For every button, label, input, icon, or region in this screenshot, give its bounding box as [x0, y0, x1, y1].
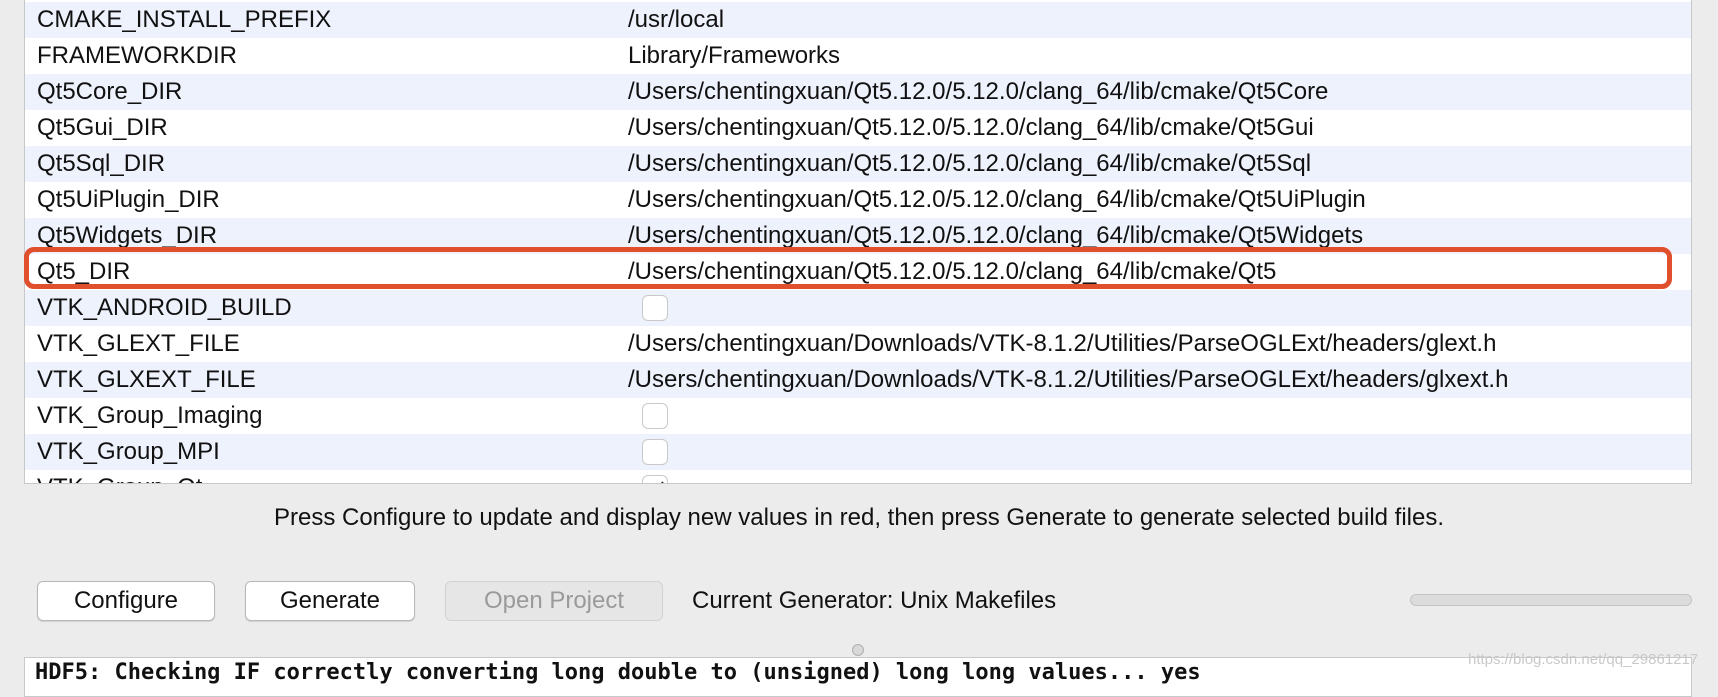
open-project-button: Open Project: [445, 581, 663, 621]
cache-variables-table[interactable]: CMAKE_INSTALL_PREFIX/usr/local FRAMEWORKD…: [24, 0, 1692, 484]
table-row[interactable]: CMAKE_INSTALL_PREFIX/usr/local: [25, 2, 1691, 38]
variable-value-field[interactable]: /Users/chentingxuan/Qt5.12.0/5.12.0/clan…: [628, 146, 1311, 182]
table-row[interactable]: VTK_ANDROID_BUILD: [25, 290, 1691, 326]
configure-hint-text: Press Configure to update and display ne…: [273, 504, 1445, 531]
variable-value-field[interactable]: /Users/chentingxuan/Qt5.12.0/5.12.0/clan…: [628, 74, 1328, 110]
table-row[interactable]: FRAMEWORKDIR Library/Frameworks: [25, 38, 1691, 74]
configure-button[interactable]: Configure: [37, 581, 215, 621]
variable-value-field[interactable]: /Users/chentingxuan/Downloads/VTK-8.1.2/…: [628, 326, 1496, 362]
progress-bar: [1410, 594, 1692, 606]
variable-name: VTK_Group_MPI: [37, 438, 220, 465]
variable-checkbox[interactable]: [642, 439, 668, 465]
variable-name: CMAKE_INSTALL_PREFIX: [37, 6, 332, 33]
table-row[interactable]: Qt5Gui_DIR/Users/chentingxuan/Qt5.12.0/5…: [25, 110, 1691, 146]
splitter-handle[interactable]: [852, 644, 864, 656]
variable-value-field[interactable]: Library/Frameworks: [628, 38, 840, 74]
variable-value-field[interactable]: /Users/chentingxuan/Qt5.12.0/5.12.0/clan…: [628, 254, 1276, 290]
variable-value-field[interactable]: /Users/chentingxuan/Qt5.12.0/5.12.0/clan…: [628, 110, 1314, 146]
table-row[interactable]: VTK_GLXEXT_FILE/Users/chentingxuan/Downl…: [25, 362, 1691, 398]
current-generator-label: Current Generator: Unix Makefiles: [692, 587, 1057, 614]
generate-button[interactable]: Generate: [245, 581, 415, 621]
variable-name: VTK_Group_Imaging: [37, 402, 263, 429]
variable-value-field[interactable]: /Users/chentingxuan/Downloads/VTK-8.1.2/…: [628, 362, 1508, 398]
variable-checkbox[interactable]: [642, 403, 668, 429]
variable-name: Qt5_DIR: [37, 258, 131, 285]
output-log[interactable]: HDF5: Checking IF correctly converting l…: [24, 657, 1692, 697]
variable-name: Qt5UiPlugin_DIR: [37, 186, 220, 213]
table-row[interactable]: Qt5UiPlugin_DIR/Users/chentingxuan/Qt5.1…: [25, 182, 1691, 218]
variable-name: VTK_GLXEXT_FILE: [37, 366, 256, 393]
variable-checkbox[interactable]: [642, 475, 668, 483]
table-row[interactable]: Qt5Sql_DIR/Users/chentingxuan/Qt5.12.0/5…: [25, 146, 1691, 182]
variable-name: Qt5Gui_DIR: [37, 114, 168, 141]
table-row[interactable]: VTK_Group_MPI: [25, 434, 1691, 470]
table-row[interactable]: VTK_Group_Imaging: [25, 398, 1691, 434]
variable-value-field[interactable]: /Users/chentingxuan/Qt5.12.0/5.12.0/clan…: [628, 182, 1366, 218]
variable-name: Qt5Widgets_DIR: [37, 222, 218, 249]
table-row[interactable]: Qt5_DIR/Users/chentingxuan/Qt5.12.0/5.12…: [25, 254, 1691, 290]
output-log-line: HDF5: Checking IF correctly converting l…: [35, 660, 1201, 685]
variable-name: Qt5Sql_DIR: [37, 150, 166, 177]
table-row[interactable]: Qt5Widgets_DIR/Users/chentingxuan/Qt5.12…: [25, 218, 1691, 254]
variable-checkbox[interactable]: [642, 295, 668, 321]
variable-name: VTK_GLEXT_FILE: [37, 330, 240, 357]
variable-name: VTK_ANDROID_BUILD: [37, 294, 292, 321]
variable-value-field[interactable]: /usr/local: [628, 2, 724, 38]
variable-name: FRAMEWORKDIR: [37, 42, 237, 69]
table-row[interactable]: Qt5Core_DIR/Users/chentingxuan/Qt5.12.0/…: [25, 74, 1691, 110]
variable-name: Qt5Core_DIR: [37, 78, 183, 105]
variable-name: VTK_Group_Qt: [37, 470, 202, 483]
table-row[interactable]: VTK_Group_Qt: [25, 470, 1691, 483]
variable-value-field[interactable]: /Users/chentingxuan/Qt5.12.0/5.12.0/clan…: [628, 218, 1363, 254]
table-row[interactable]: VTK_GLEXT_FILE/Users/chentingxuan/Downlo…: [25, 326, 1691, 362]
watermark-text: https://blog.csdn.net/qq_29861217: [1468, 651, 1699, 668]
